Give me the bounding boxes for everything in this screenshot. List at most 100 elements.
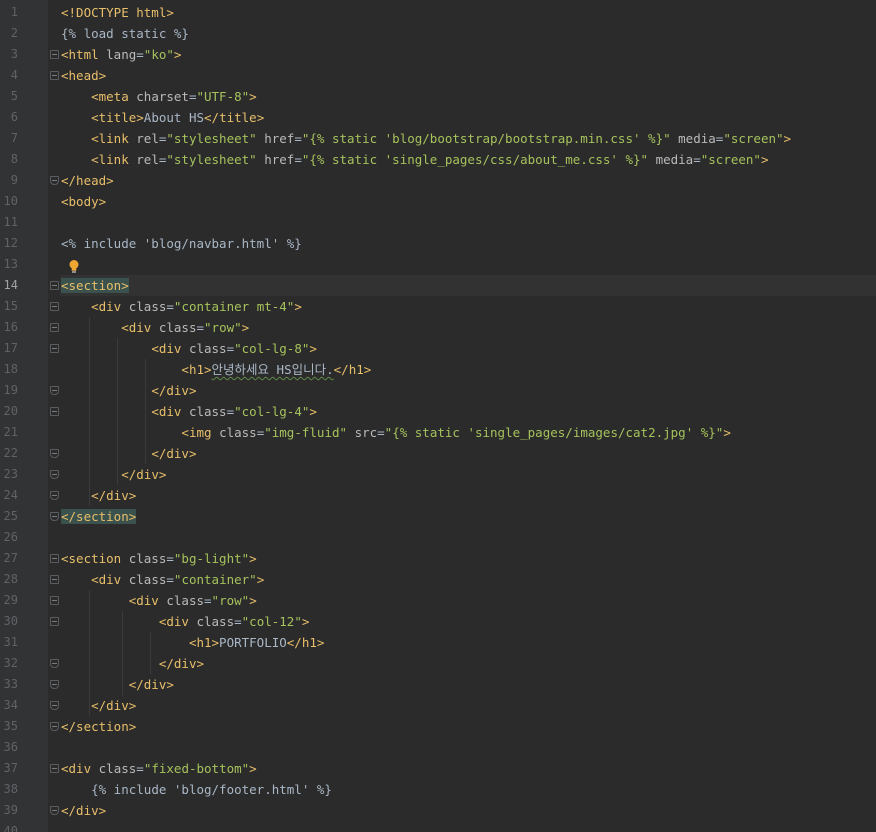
code-token: = [166, 572, 174, 587]
code-token: media [655, 152, 694, 167]
code-token: = [196, 320, 205, 335]
fold-toggle-icon[interactable] [50, 407, 59, 416]
fold-toggle-icon[interactable] [50, 701, 59, 710]
code-token: > [783, 131, 792, 146]
lightbulb-icon[interactable] [68, 259, 80, 275]
fold-toggle-icon[interactable] [50, 386, 59, 395]
code-line[interactable]: </section> [61, 716, 136, 737]
code-line[interactable]: </head> [61, 170, 114, 191]
code-token: class [188, 341, 227, 356]
fold-toggle-icon[interactable] [50, 449, 59, 458]
line-number: 7 [10, 131, 18, 145]
code-line[interactable]: </div> [61, 485, 136, 506]
code-token: "screen" [723, 131, 784, 146]
code-token: <link [91, 152, 137, 167]
fold-toggle-icon[interactable] [50, 344, 59, 353]
code-line[interactable]: </section> [61, 506, 137, 527]
code-line[interactable]: <head> [61, 65, 106, 86]
fold-toggle-icon[interactable] [50, 596, 59, 605]
line-number: 3 [10, 47, 18, 61]
code-token: = [166, 299, 174, 314]
fold-toggle-icon[interactable] [50, 575, 59, 584]
code-line[interactable]: <section> [61, 275, 129, 296]
code-token: {% include 'blog/footer.html' %} [91, 782, 332, 797]
fold-toggle-icon[interactable] [50, 302, 59, 311]
line-number: 22 [3, 446, 18, 460]
code-line[interactable]: <div class="fixed-bottom"> [61, 758, 257, 779]
code-token: class [219, 425, 257, 440]
line-number: 11 [3, 215, 18, 229]
code-line[interactable]: <div class="container"> [61, 569, 264, 590]
code-line[interactable]: <div class="col-12"> [61, 611, 310, 632]
code-line[interactable]: </div> [61, 443, 196, 464]
code-line[interactable]: </div> [61, 674, 174, 695]
code-line[interactable]: <!DOCTYPE html> [61, 2, 174, 23]
fold-toggle-icon[interactable] [50, 554, 59, 563]
code-line[interactable]: <h1>안녕하세요 HS입니다.</h1> [61, 359, 371, 380]
fold-toggle-icon[interactable] [50, 659, 59, 668]
code-token: About HS [143, 110, 205, 125]
fold-toggle-icon[interactable] [50, 617, 59, 626]
code-editor[interactable]: 1 <!DOCTYPE html> 2 {% load static %} 3 <html… [0, 0, 876, 832]
code-token: rel [136, 152, 159, 167]
code-line[interactable]: <div class="row"> [61, 317, 249, 338]
code-line[interactable]: <section class="bg-light"> [61, 548, 257, 569]
code-token: </h1> [333, 362, 372, 377]
line-number: 28 [3, 572, 18, 586]
line-number: 1 [10, 5, 18, 19]
code-line[interactable]: <div class="container mt-4"> [61, 296, 302, 317]
code-line[interactable]: <div class="col-lg-8"> [61, 338, 317, 359]
code-line[interactable]: </div> [61, 464, 166, 485]
code-line[interactable]: {% include 'blog/footer.html' %} [61, 779, 332, 800]
code-line[interactable]: </div> [61, 653, 204, 674]
code-token: "{% static 'single_pages/css/about_me.cs… [301, 152, 649, 167]
fold-toggle-icon[interactable] [50, 764, 59, 773]
code-line[interactable]: <link rel="stylesheet" href="{% static '… [61, 128, 791, 149]
code-token: {% load static %} [61, 26, 189, 41]
code-line[interactable]: </div> [61, 800, 106, 821]
code-line[interactable]: </div> [61, 380, 196, 401]
code-token: > [249, 89, 257, 104]
fold-toggle-icon[interactable] [50, 281, 59, 290]
fold-toggle-icon[interactable] [50, 491, 59, 500]
code-line[interactable]: <html lang="ko"> [61, 44, 181, 65]
code-line[interactable]: <img class="img-fluid" src="{% static 's… [61, 422, 730, 443]
code-token: </div> [91, 698, 137, 713]
code-token: rel [136, 131, 159, 146]
fold-toggle-icon[interactable] [50, 323, 59, 332]
line-number: 16 [3, 320, 18, 334]
code-line[interactable]: <% include 'blog/navbar.html' %} [61, 233, 302, 254]
fold-toggle-icon[interactable] [50, 50, 59, 59]
fold-toggle-icon[interactable] [50, 512, 59, 521]
code-line[interactable]: {% load static %} [61, 23, 189, 44]
code-line[interactable]: <link rel="stylesheet" href="{% static '… [61, 149, 768, 170]
code-token: "col-lg-4" [234, 404, 310, 419]
code-line[interactable]: </div> [61, 695, 136, 716]
code-line[interactable]: <div class="row"> [61, 590, 257, 611]
code-token: <!DOCTYPE html> [61, 5, 174, 20]
code-line[interactable]: <meta charset="UTF-8"> [61, 86, 257, 107]
code-token: <meta [91, 89, 137, 104]
fold-toggle-icon[interactable] [50, 470, 59, 479]
code-line[interactable]: <div class="col-lg-4"> [61, 401, 317, 422]
fold-toggle-icon[interactable] [50, 806, 59, 815]
fold-toggle-icon[interactable] [50, 722, 59, 731]
fold-toggle-icon[interactable] [50, 71, 59, 80]
fold-toggle-icon[interactable] [50, 176, 59, 185]
fold-toggle-icon[interactable] [50, 680, 59, 689]
code-line[interactable]: <h1>PORTFOLIO</h1> [61, 632, 324, 653]
code-line[interactable]: <body> [61, 191, 106, 212]
code-token: "col-12" [241, 614, 302, 629]
code-line[interactable]: <title>About HS</title> [61, 107, 264, 128]
